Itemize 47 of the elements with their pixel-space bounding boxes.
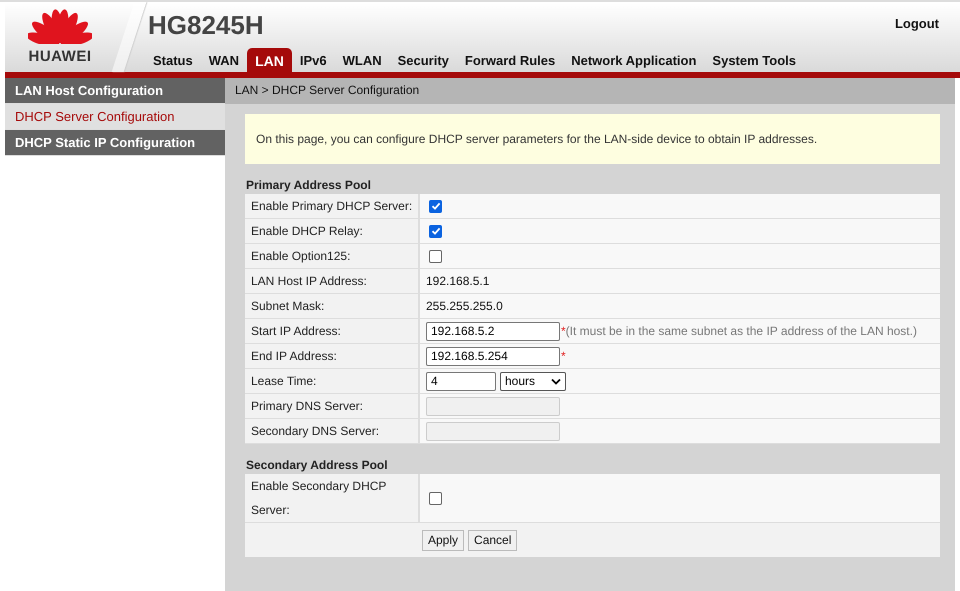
required-mark: * — [561, 349, 566, 363]
sidebar-item[interactable]: DHCP Server Configuration — [5, 104, 225, 130]
chevron-down-icon — [551, 378, 561, 384]
field-label: Secondary DNS Server: — [245, 419, 420, 443]
cancel-button[interactable]: Cancel — [468, 530, 518, 550]
checkbox[interactable] — [429, 200, 442, 212]
logo-icon — [28, 8, 92, 44]
required-mark: * — [561, 324, 566, 338]
unit-dropdown[interactable]: hours — [500, 372, 566, 390]
breadcrumb: LAN > DHCP Server Configuration — [225, 78, 955, 104]
checkbox[interactable] — [429, 250, 442, 262]
sidebar-item[interactable]: LAN Host Configuration — [5, 78, 225, 104]
field-label: Lease Time: — [245, 369, 420, 393]
logout-link[interactable]: Logout — [894, 16, 939, 31]
nav-tab[interactable]: System Tools — [704, 48, 804, 72]
section-title: Primary Address Pool — [245, 177, 372, 194]
field-label: Primary DNS Server: — [245, 394, 420, 418]
info-message: On this page, you can configure DHCP server parameters for the LAN-side device to obtain IP addresses. — [245, 114, 940, 164]
nav-tab[interactable]: Status — [145, 48, 201, 72]
nav-tab[interactable]: Network Application — [563, 48, 704, 72]
apply-button[interactable]: Apply — [422, 530, 464, 550]
nav-tab[interactable]: Forward Rules — [456, 48, 564, 72]
input-field[interactable]: 4 — [426, 372, 496, 390]
field-value: 255.255.255.0 — [426, 299, 503, 313]
checkbox[interactable] — [429, 224, 442, 238]
field-label: Enable Secondary DHCP Server: — [245, 474, 420, 522]
field-label: LAN Host IP Address: — [245, 269, 420, 293]
nav-tab[interactable]: WLAN — [334, 48, 390, 72]
nav-tab[interactable]: Security — [390, 48, 457, 72]
field-label: Enable Primary DHCP Server: — [245, 194, 420, 218]
hint-text: (It must be in the same subnet as the IP address of the LAN host.) — [566, 324, 917, 338]
field-label: End IP Address: — [245, 344, 420, 368]
field-label: Subnet Mask: — [245, 294, 420, 318]
field-label: Start IP Address: — [245, 319, 420, 343]
input-field[interactable]: 192.168.5.254 — [426, 346, 560, 366]
nav-tab[interactable]: WAN — [200, 48, 248, 72]
nav-tab[interactable]: LAN — [247, 48, 292, 72]
checkbox[interactable] — [429, 492, 442, 504]
brand-name: HUAWEI — [28, 48, 92, 65]
input-field[interactable]: 192.168.5.2 — [426, 322, 560, 340]
field-label: Enable Option125: — [245, 244, 420, 268]
sidebar-item[interactable]: DHCP Static IP Configuration — [5, 130, 225, 156]
model-title: HG8245H — [147, 10, 265, 42]
field-value: 192.168.5.1 — [426, 274, 490, 288]
section-title: Secondary Address Pool — [245, 457, 389, 474]
nav-tab[interactable]: IPv6 — [292, 48, 335, 72]
field-label: Enable DHCP Relay: — [245, 219, 420, 243]
